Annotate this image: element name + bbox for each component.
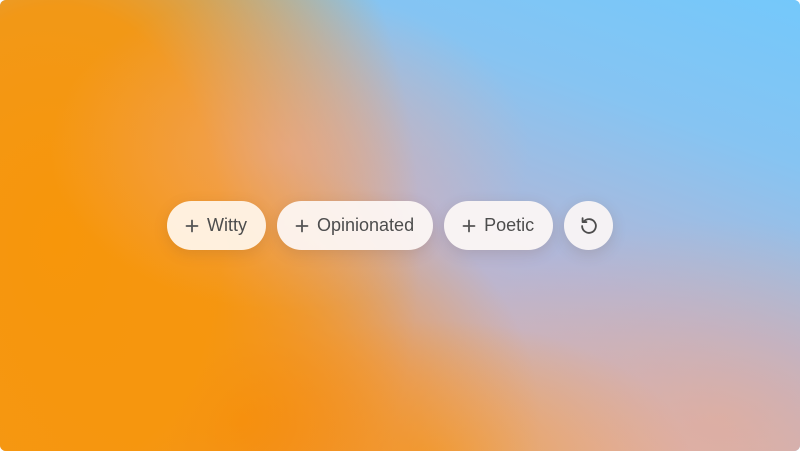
plus-icon	[295, 219, 309, 233]
chip-poetic[interactable]: Poetic	[444, 201, 554, 250]
refresh-icon	[578, 215, 600, 237]
chip-opinionated[interactable]: Opinionated	[277, 201, 434, 250]
wallpaper-background: Witty Opinionated Poetic	[0, 0, 800, 451]
plus-icon	[462, 219, 476, 233]
reset-button[interactable]	[564, 201, 614, 250]
chip-witty-label: Witty	[207, 215, 247, 235]
chip-witty[interactable]: Witty	[167, 201, 266, 250]
chip-opinionated-label: Opinionated	[317, 215, 415, 235]
chip-poetic-label: Poetic	[484, 215, 535, 235]
plus-icon	[185, 219, 199, 233]
tone-chip-row: Witty Opinionated Poetic	[167, 201, 614, 250]
